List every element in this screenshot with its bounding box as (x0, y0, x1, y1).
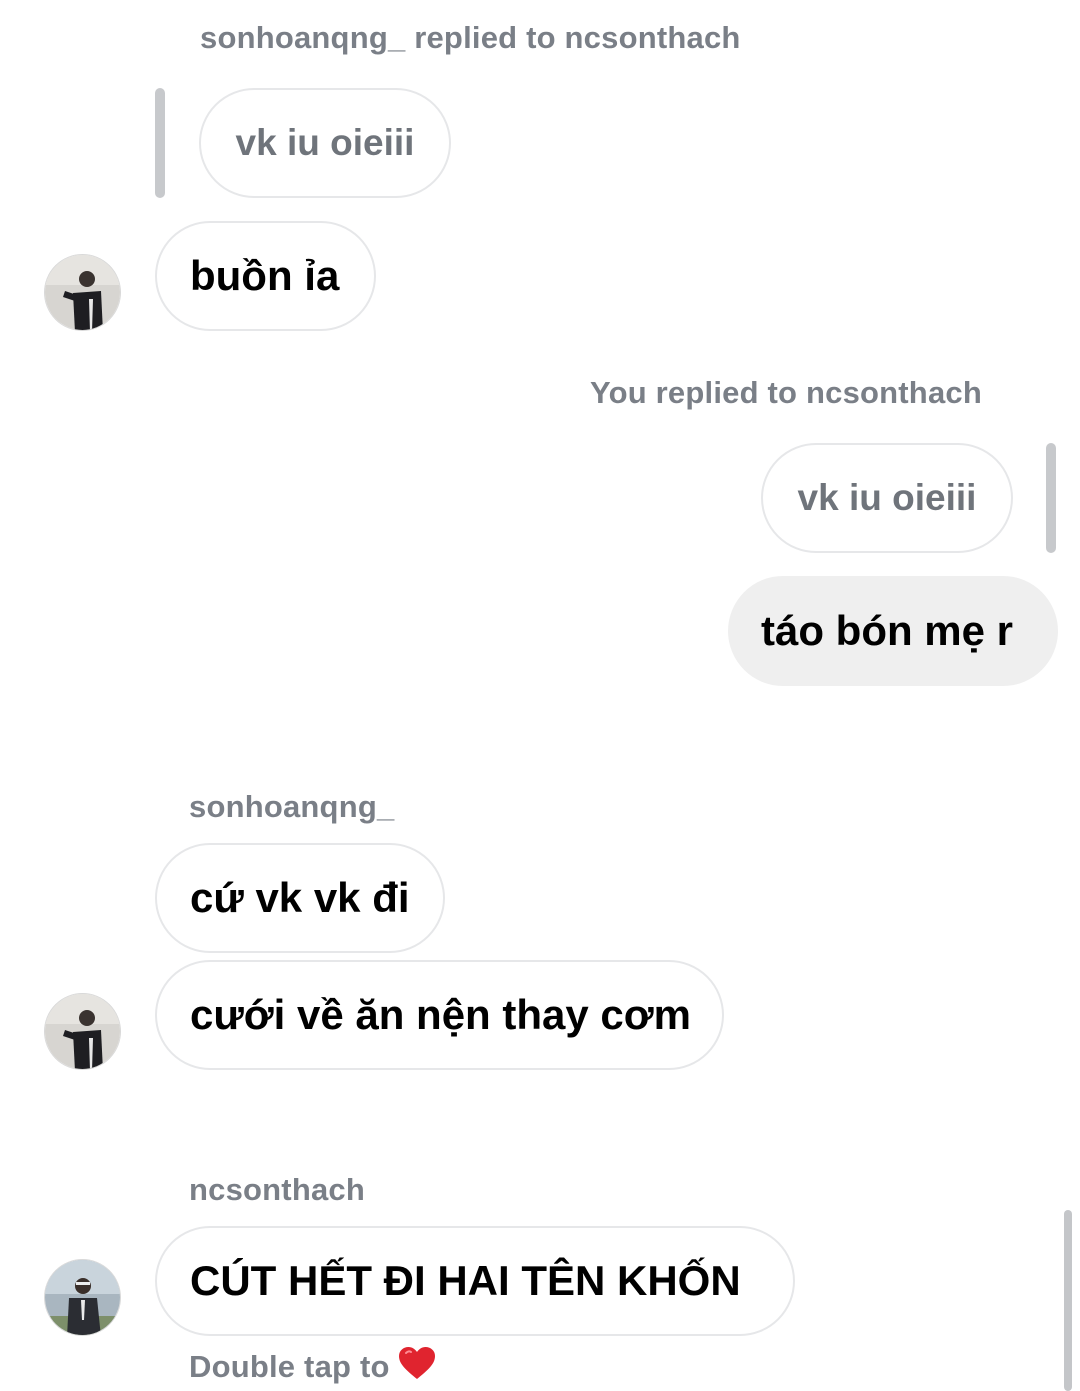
double-tap-hint-text: Double tap to (189, 1349, 390, 1384)
avatar-ncsonthach[interactable] (44, 1259, 121, 1336)
message-text: cưới về ăn nện thay cơm (190, 991, 691, 1038)
quoted-message[interactable]: vk iu oieiii (761, 443, 1013, 553)
message-text: CÚT HẾT ĐI HAI TÊN KHỐN (190, 1257, 741, 1304)
reply-context-label: You replied to ncsonthach (590, 375, 982, 410)
my-message-bubble[interactable]: táo bón mẹ r (728, 576, 1058, 686)
quoted-message[interactable]: vk iu oieiii (199, 88, 451, 198)
message-bubble[interactable]: cưới về ăn nện thay cơm (155, 960, 724, 1070)
reply-context-label: sonhoanqng_ replied to ncsonthach (200, 20, 741, 55)
message-text: cứ vk vk đi (190, 874, 410, 921)
message-text: buồn ỉa (190, 252, 340, 299)
double-tap-hint: Double tap to (189, 1346, 436, 1388)
heart-icon[interactable] (398, 1346, 436, 1388)
message-bubble[interactable]: cứ vk vk đi (155, 843, 445, 953)
sender-name[interactable]: sonhoanqng_ (189, 789, 394, 825)
message-bubble[interactable]: CÚT HẾT ĐI HAI TÊN KHỐN (155, 1226, 795, 1336)
quoted-message-text: vk iu oieiii (235, 122, 415, 163)
avatar-photo (45, 994, 120, 1069)
avatar-photo (45, 255, 120, 330)
message-text: táo bón mẹ r (761, 607, 1014, 654)
avatar-sonhoanqng[interactable] (44, 993, 121, 1070)
avatar-sonhoanqng[interactable] (44, 254, 121, 331)
quote-bar (1046, 443, 1056, 553)
sender-name[interactable]: ncsonthach (189, 1172, 365, 1208)
quote-bar (155, 88, 165, 198)
quoted-message-text: vk iu oieiii (797, 477, 977, 518)
message-bubble[interactable]: buồn ỉa (155, 221, 376, 331)
avatar-photo (45, 1260, 120, 1335)
scrollbar-thumb[interactable] (1064, 1210, 1072, 1391)
